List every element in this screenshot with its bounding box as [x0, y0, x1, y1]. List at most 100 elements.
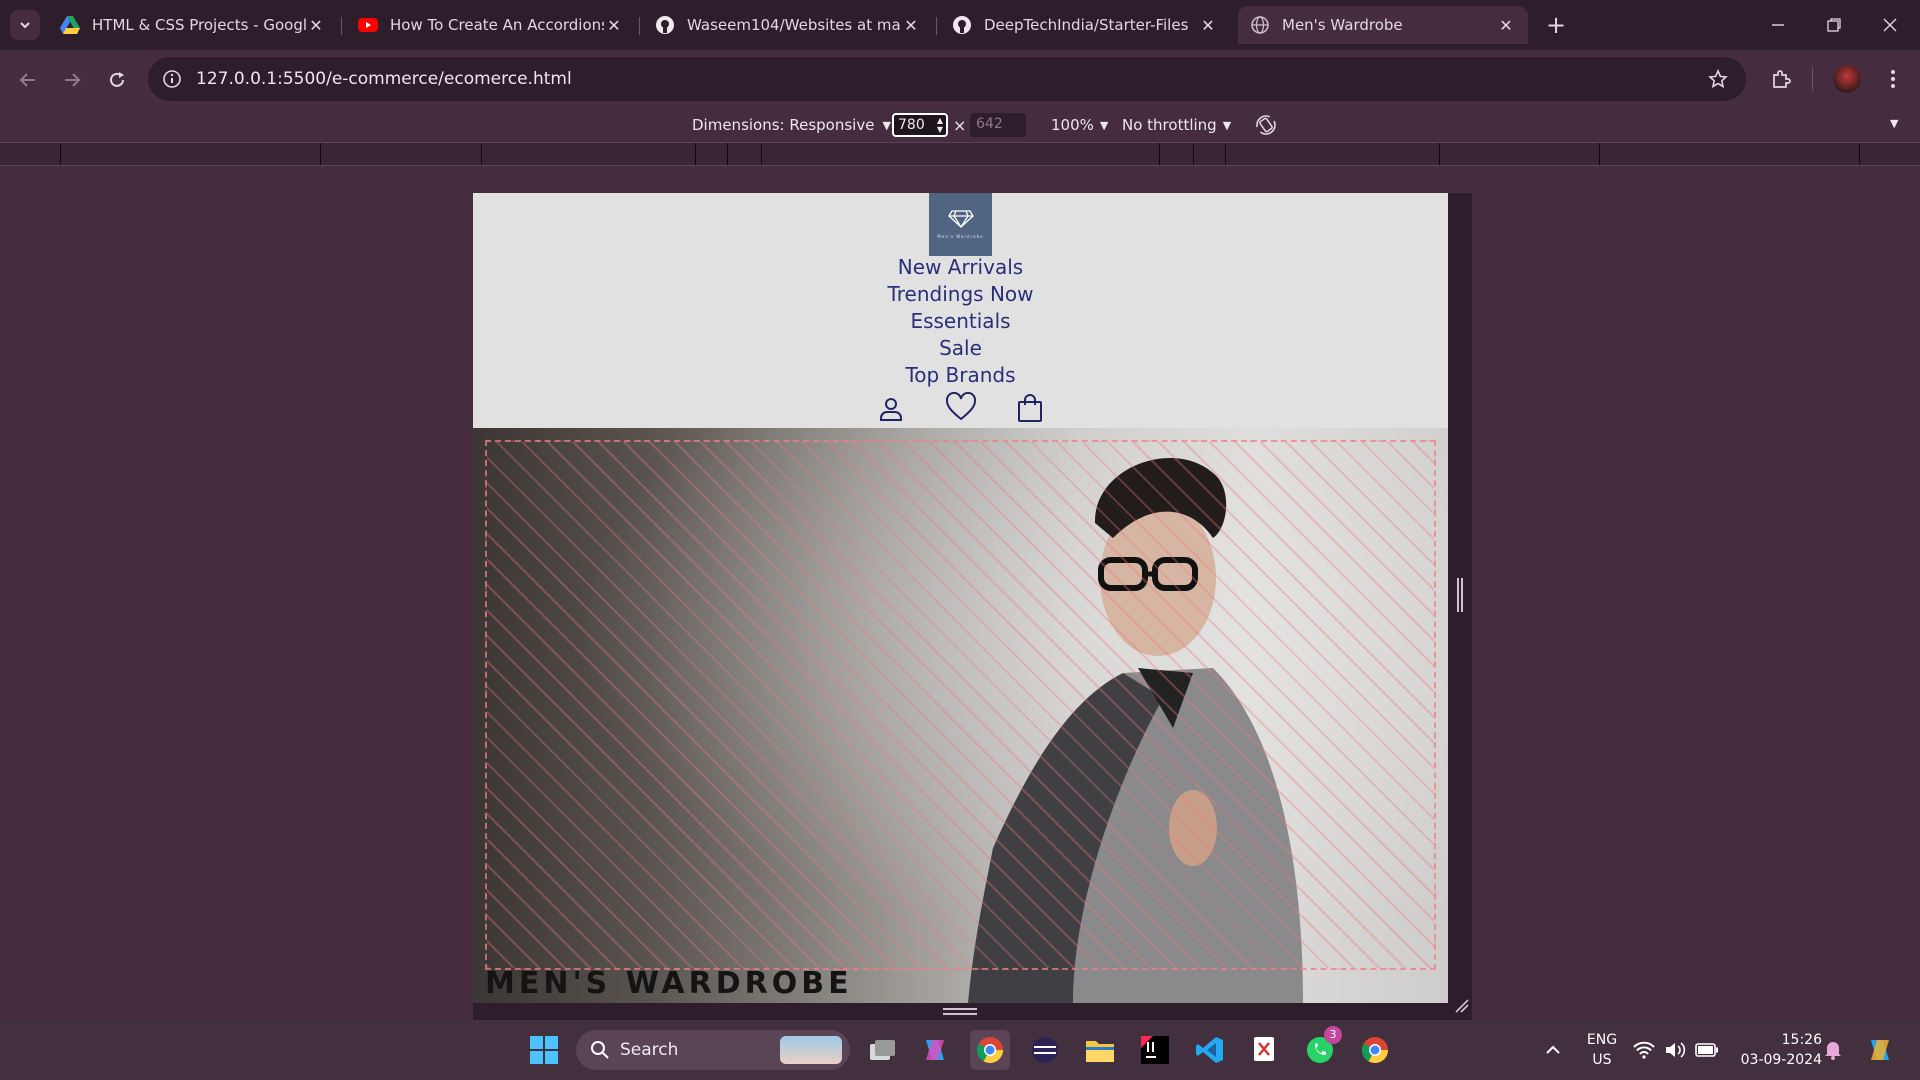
hero-title: MEN'S WARDROBE: [485, 966, 853, 1001]
toolbar-divider: [1812, 67, 1813, 91]
taskbar-search[interactable]: Search: [576, 1030, 850, 1070]
nav-trendings-now[interactable]: Trendings Now: [473, 282, 1448, 306]
back-button[interactable]: [12, 64, 44, 96]
throttle-dropdown[interactable]: No throttling ▼: [1122, 116, 1231, 134]
chevron-down-icon: [20, 22, 30, 29]
youtube-icon: [358, 15, 378, 35]
media-query-ruler[interactable]: [0, 142, 1920, 166]
battery-icon[interactable]: [1690, 1030, 1724, 1070]
browser-toolbar: 127.0.0.1:5500/e-commerce/ecomerce.html: [0, 50, 1920, 108]
search-label: Search: [620, 1040, 679, 1060]
vscode-icon[interactable]: [1190, 1030, 1230, 1070]
minimize-icon: [1772, 24, 1784, 26]
logo-caption: Men's Wardrobe: [937, 234, 984, 239]
region-code: US: [1592, 1052, 1612, 1068]
hero-overlay-pattern: [485, 440, 1436, 970]
brand-logo[interactable]: Men's Wardrobe: [929, 193, 992, 256]
width-input[interactable]: 780 ▲ ▼: [892, 113, 948, 137]
bookmark-star-icon[interactable]: [1706, 67, 1730, 91]
nav-top-brands[interactable]: Top Brands: [473, 363, 1448, 387]
tab-github-websites[interactable]: Waseem104/Websites at master ✕: [643, 6, 933, 44]
extensions-button[interactable]: [1764, 62, 1798, 96]
restore-button[interactable]: [1816, 10, 1852, 40]
address-bar[interactable]: 127.0.0.1:5500/e-commerce/ecomerce.html: [148, 57, 1746, 101]
profile-avatar[interactable]: [1833, 65, 1861, 93]
emulated-viewport: Men's Wardrobe New Arrivals Trendings No…: [473, 193, 1448, 1020]
chrome-profile-icon[interactable]: [1355, 1030, 1395, 1070]
nav-essentials[interactable]: Essentials: [473, 309, 1448, 333]
tab-github-starter[interactable]: DeepTechIndia/Starter-Files ✕: [940, 6, 1230, 44]
chevron-up-icon[interactable]: [1533, 1030, 1573, 1070]
ruler-tick: [320, 143, 321, 165]
copilot-pre-icon[interactable]: [1860, 1030, 1900, 1070]
shopping-bag-icon[interactable]: [1016, 393, 1044, 423]
wifi-icon[interactable]: [1627, 1030, 1661, 1070]
zoom-dropdown[interactable]: 100% ▼: [1051, 116, 1108, 134]
ruler-tick: [481, 143, 482, 165]
github-icon: [952, 15, 972, 35]
github-icon: [655, 15, 675, 35]
eclipse-icon[interactable]: [1025, 1030, 1065, 1070]
new-tab-button[interactable]: +: [1540, 10, 1572, 40]
spinner-icon[interactable]: ▲ ▼: [937, 116, 943, 134]
nav-new-arrivals[interactable]: New Arrivals: [473, 255, 1448, 279]
caret-down-icon: ▼: [1222, 118, 1232, 132]
minimize-button[interactable]: [1760, 10, 1796, 40]
device-toolbar-more-icon[interactable]: ▼: [1890, 117, 1898, 130]
reload-icon: [110, 72, 124, 87]
viewport-resize-handle-bottom[interactable]: [473, 1003, 1448, 1020]
times-symbol: ×: [953, 116, 967, 135]
tab-title: How To Create An Accordions In: [390, 16, 604, 34]
height-input[interactable]: 642: [970, 113, 1026, 137]
close-icon: [1883, 18, 1897, 32]
restore-icon: [1827, 18, 1841, 32]
tab-divider: [936, 17, 937, 35]
whatsapp-icon[interactable]: 3: [1300, 1026, 1342, 1070]
caret-down-icon: ▼: [882, 118, 891, 132]
tab-strip: HTML & CSS Projects - Google ✕ How To Cr…: [0, 0, 1920, 50]
url-text[interactable]: 127.0.0.1:5500/e-commerce/ecomerce.html: [196, 69, 572, 89]
ruler-tick: [1599, 143, 1600, 165]
close-icon[interactable]: ✕: [901, 15, 921, 35]
copilot-icon[interactable]: [915, 1030, 955, 1070]
clock[interactable]: 15:26 03-09-2024: [1732, 1030, 1822, 1070]
resize-corner-icon[interactable]: [1454, 998, 1470, 1014]
close-icon[interactable]: ✕: [1198, 15, 1218, 35]
viewport-resize-handle-right[interactable]: [1448, 193, 1472, 1020]
file-explorer-icon[interactable]: [1080, 1030, 1120, 1070]
tab-google-drive[interactable]: HTML & CSS Projects - Google ✕: [48, 6, 338, 44]
heart-icon[interactable]: [945, 391, 977, 422]
ruler-tick: [695, 143, 696, 165]
reload-button[interactable]: [101, 64, 133, 96]
tab-title: HTML & CSS Projects - Google: [92, 16, 306, 34]
ruler-tick: [761, 143, 762, 165]
forward-button[interactable]: [56, 64, 88, 96]
tab-youtube[interactable]: How To Create An Accordions In ✕: [346, 6, 636, 44]
nav-sale[interactable]: Sale: [473, 336, 1448, 360]
tab-search-button[interactable]: [10, 10, 40, 40]
ruler-tick: [1225, 143, 1226, 165]
task-view-icon[interactable]: [862, 1030, 902, 1070]
snipping-tool-icon[interactable]: [1245, 1030, 1285, 1070]
chrome-icon[interactable]: [970, 1030, 1010, 1070]
user-icon[interactable]: [878, 396, 904, 422]
rotate-icon[interactable]: [1254, 113, 1278, 137]
clock-time: 15:26: [1781, 1032, 1822, 1048]
browser-menu-button[interactable]: [1878, 64, 1908, 94]
tab-mens-wardrobe[interactable]: Men's Wardrobe ✕: [1238, 6, 1528, 44]
arrow-left-icon: [19, 73, 35, 87]
close-icon[interactable]: ✕: [604, 15, 624, 35]
kebab-menu-icon: [1891, 70, 1895, 88]
ruler-tick: [1439, 143, 1440, 165]
dimensions-label: Dimensions: Responsive: [692, 116, 875, 134]
close-icon[interactable]: ✕: [1496, 15, 1516, 35]
site-info-icon[interactable]: [160, 67, 184, 91]
language-indicator[interactable]: ENG US: [1578, 1030, 1626, 1070]
dimensions-dropdown[interactable]: Dimensions: Responsive ▼: [692, 116, 891, 134]
intellij-icon[interactable]: [1135, 1030, 1175, 1070]
close-icon[interactable]: ✕: [306, 15, 326, 35]
close-window-button[interactable]: [1872, 10, 1908, 40]
volume-icon[interactable]: [1658, 1030, 1692, 1070]
notification-bell-icon[interactable]: [1816, 1030, 1850, 1070]
start-button[interactable]: [524, 1030, 564, 1070]
